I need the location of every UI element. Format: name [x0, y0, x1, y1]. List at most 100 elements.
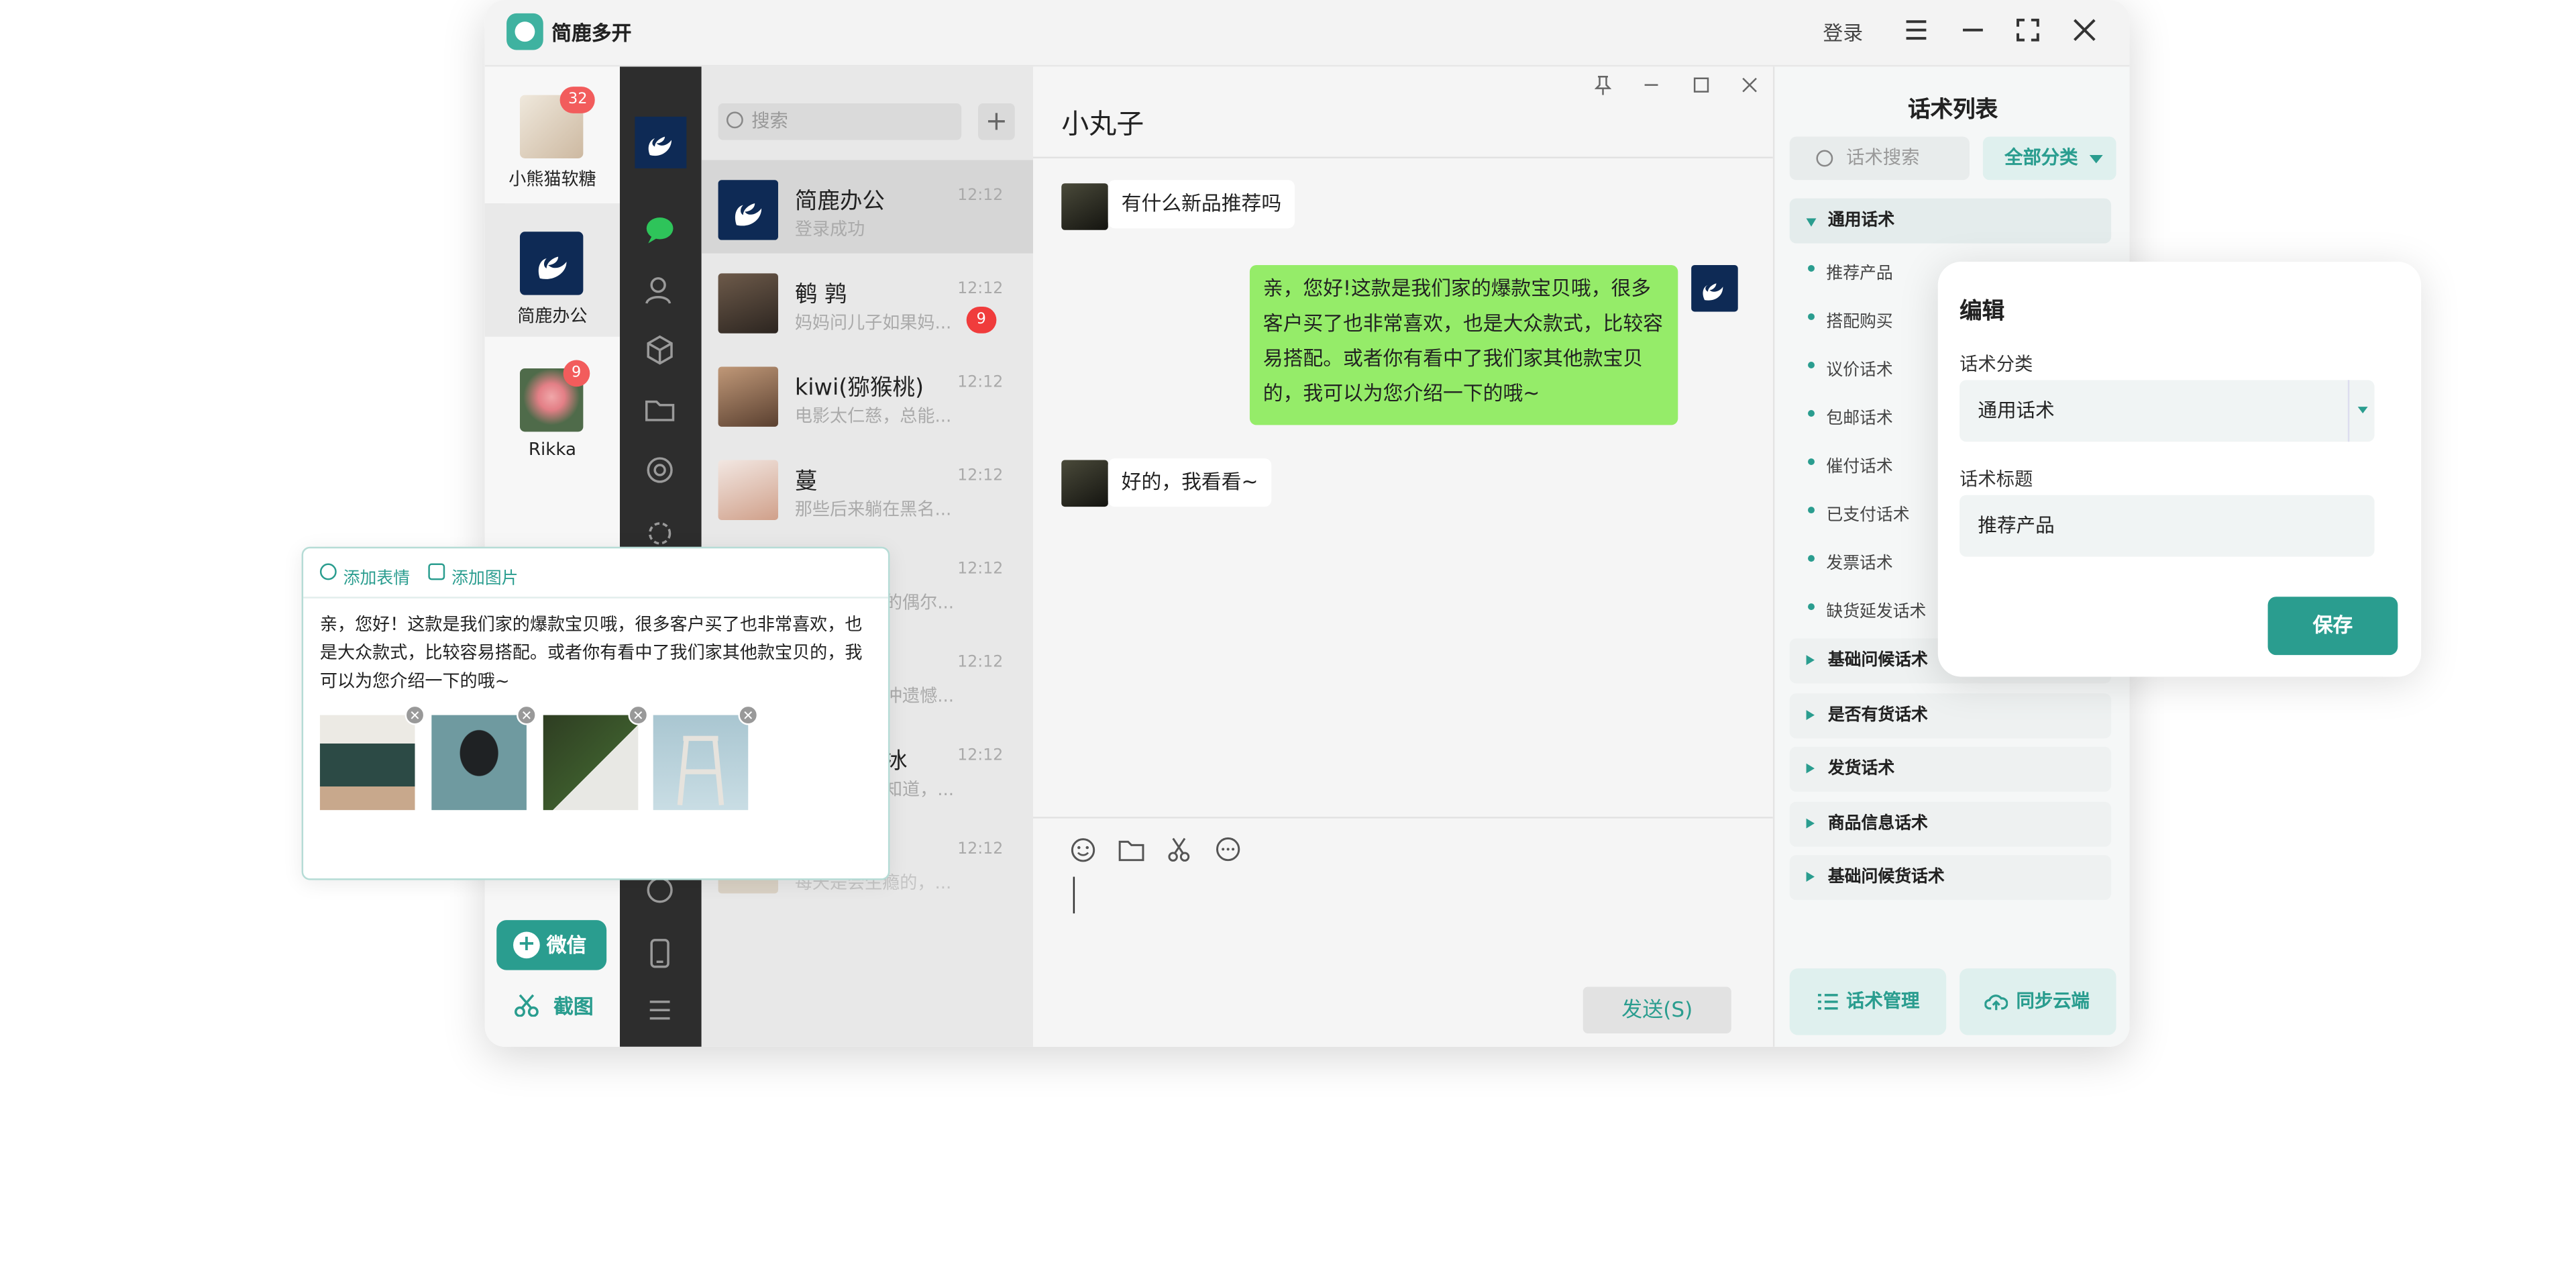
scissors-icon [515, 994, 539, 1017]
search-placeholder: 话术搜索 [1846, 146, 1920, 168]
unread-badge: 9 [966, 307, 996, 334]
settings-icon[interactable] [643, 517, 677, 550]
group-label: 通用话术 [1827, 211, 1895, 230]
app-window: 简鹿多开 登录 32 小熊猫软糖 ✕ 简鹿办公 9 [484, 0, 2130, 1047]
app-title: 简鹿多开 [551, 21, 632, 46]
minimize-icon[interactable] [1643, 75, 1660, 100]
chat-history-icon[interactable] [1215, 837, 1242, 864]
group-general[interactable]: 通用话术 [1789, 198, 2112, 244]
plus-icon: + [513, 931, 540, 959]
list-item[interactable]: 鹌 鹑 妈妈问儿子如果妈... 12:12 9 [702, 254, 1033, 347]
category-dropdown[interactable]: 全部分类 [1982, 136, 2116, 181]
add-wechat-button[interactable]: + 微信 [496, 920, 607, 970]
list-item[interactable]: kiwi(猕猴桃) 电影太仁慈，总能... 12:12 [702, 347, 1033, 440]
close-icon[interactable] [1741, 75, 1758, 100]
add-emoji-button[interactable]: 添加表情 [319, 563, 411, 589]
profile-avatar[interactable] [635, 116, 687, 168]
remove-image-icon[interactable]: ✕ [738, 705, 759, 725]
group-label: 基础问候话术 [1827, 652, 1928, 670]
message-preview: 妈妈问儿子如果妈... [794, 313, 952, 334]
avatar [718, 460, 778, 520]
message-input-area[interactable]: 发送(S) [1033, 817, 1773, 1047]
panel-title: 话术列表 [1908, 97, 1998, 123]
message-time: 12:12 [957, 466, 1004, 485]
text-caret [1073, 876, 1075, 914]
received-message: 有什么新品推荐吗 [1108, 180, 1295, 229]
message-preview: 那些后来躺在黑名... [794, 500, 952, 520]
moments-icon[interactable] [643, 454, 677, 487]
category-select[interactable]: 通用话术 [1960, 380, 2375, 442]
close-icon[interactable] [2071, 18, 2098, 45]
unread-badge: 32 [559, 87, 596, 113]
message-time: 12:12 [957, 653, 1004, 672]
avatar [718, 273, 778, 334]
menu-icon[interactable] [1903, 18, 1930, 45]
contact-name: 简鹿办公 [794, 188, 885, 215]
account-name: 简鹿办公 [517, 307, 588, 327]
cloud-upload-icon [1984, 994, 2008, 1011]
folder-icon[interactable] [1118, 837, 1145, 864]
dialog-title: 编辑 [1960, 298, 2005, 325]
group-item[interactable]: 基础问候货话术 [1789, 855, 2112, 901]
caret-right-icon [1806, 763, 1815, 774]
folder-icon[interactable] [643, 393, 677, 427]
remove-image-icon[interactable]: ✕ [405, 705, 425, 725]
box-icon[interactable] [643, 334, 677, 367]
received-message: 好的，我看看~ [1108, 458, 1272, 507]
caret-right-icon [1806, 872, 1815, 882]
group-item[interactable]: 商品信息话术 [1789, 801, 2112, 847]
sync-cloud-button[interactable]: 同步云端 [1960, 968, 2116, 1035]
scissors-icon[interactable] [1167, 837, 1193, 864]
box-image: ✕ [543, 705, 649, 811]
emoji-icon[interactable] [1070, 837, 1097, 864]
script-manage-button[interactable]: 话术管理 [1789, 968, 1947, 1035]
caret-right-icon [1806, 818, 1815, 829]
remove-image-icon[interactable]: ✕ [628, 705, 649, 725]
script-search-input[interactable]: 话术搜索 [1789, 136, 1970, 181]
caret-right-icon [1806, 710, 1815, 721]
fullscreen-icon[interactable] [2015, 18, 2041, 45]
wechat-label: 微信 [546, 933, 587, 957]
group-item[interactable]: 发货话术 [1789, 746, 2112, 792]
caret-right-icon [1806, 655, 1815, 666]
category-label: 话术分类 [1960, 353, 2033, 375]
search-input[interactable]: 搜索 [718, 103, 962, 140]
screenshot-button[interactable]: 截图 [513, 992, 594, 1020]
login-link[interactable]: 登录 [1823, 18, 1863, 46]
add-image-label: 添加图片 [451, 570, 519, 589]
remove-image-icon[interactable]: ✕ [517, 705, 537, 725]
message-time: 12:12 [957, 280, 1004, 299]
list-item[interactable]: 蔓 那些后来躺在黑名... 12:12 [702, 440, 1033, 533]
avatar [718, 366, 778, 427]
contacts-icon[interactable] [643, 273, 677, 307]
add-emoji-label: 添加表情 [343, 570, 411, 589]
contact-avatar [1061, 183, 1108, 230]
account-item[interactable]: 简鹿办公 [484, 203, 621, 337]
add-chat-button[interactable]: + [978, 103, 1015, 140]
avatar [519, 232, 584, 295]
title-input[interactable]: 推荐产品 [1960, 495, 2375, 557]
save-button[interactable]: 保存 [2267, 597, 2398, 656]
send-button[interactable]: 发送(S) [1582, 986, 1731, 1034]
phone-icon[interactable] [643, 937, 677, 970]
list-item[interactable]: 简鹿办公 登录成功 12:12 [701, 160, 1034, 254]
title-bar: 简鹿多开 登录 [484, 0, 2130, 67]
title-label: 话术标题 [1960, 468, 2033, 491]
contact-name: 鹌 鹑 [794, 281, 847, 309]
avatar [718, 180, 778, 240]
message-preview: 电影太仁慈，总能... [794, 407, 952, 427]
more-menu-icon[interactable] [643, 993, 677, 1027]
chair-image: ✕ [431, 705, 537, 811]
group-item[interactable]: 是否有货话术 [1789, 693, 2112, 739]
account-item[interactable]: 32 小熊猫软糖 [485, 66, 620, 200]
pin-icon[interactable] [1594, 75, 1612, 100]
minimize-icon[interactable] [1960, 18, 1986, 45]
message-time: 12:12 [957, 560, 1004, 578]
add-image-button[interactable]: 添加图片 [428, 563, 519, 589]
app-logo-icon [506, 13, 543, 50]
message-time: 12:12 [957, 373, 1004, 392]
chat-icon[interactable] [643, 213, 677, 247]
account-item[interactable]: 9 Rikka [485, 340, 620, 474]
maximize-icon[interactable] [1693, 75, 1710, 100]
reply-text[interactable]: 亲，您好！这款是我们家的爆款宝贝哦，很多客户买了也非常喜欢，也是大众款式，比较容… [320, 612, 875, 697]
